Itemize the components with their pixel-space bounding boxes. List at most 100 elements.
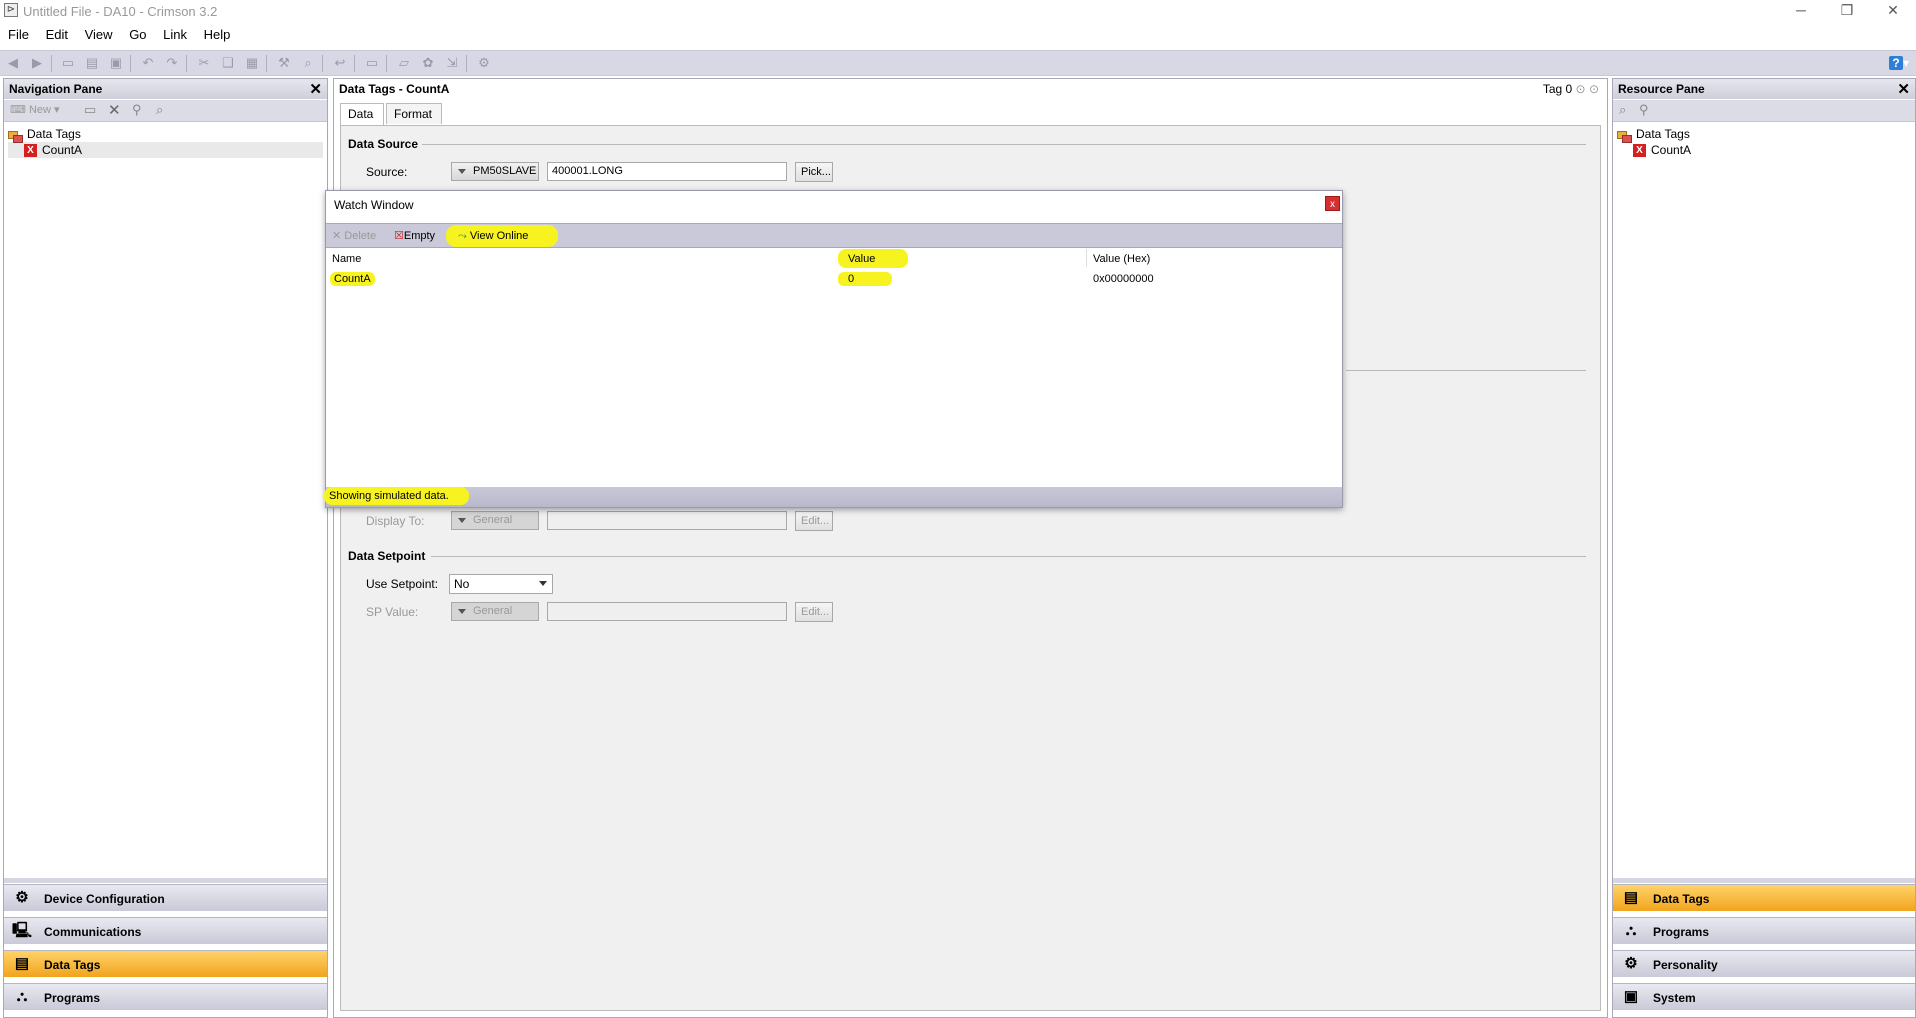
data-tags-icon: ▤ (14, 955, 30, 972)
copy-icon[interactable]: ❏ (220, 55, 236, 71)
navigation-pane-title: Navigation Pane (9, 82, 103, 96)
restore-button[interactable]: ❐ (1824, 0, 1870, 22)
resource-section-system[interactable]: ▣ System (1613, 983, 1915, 1010)
section-data-tags[interactable]: ▤ Data Tags (4, 950, 327, 977)
new-button[interactable]: ⌨ New ▾ (10, 103, 60, 116)
source-value-field[interactable]: 400001.LONG (547, 162, 787, 181)
navigation-pane-toolbar: ⌨ New ▾ ▭ ✕ ⚲ ⌕ (4, 100, 327, 122)
watch-window-titlebar: Watch Window x (326, 191, 1342, 217)
close-icon[interactable]: ✕ (1897, 80, 1910, 98)
navigation-tree: Data Tags X CountA (8, 126, 323, 158)
menu-view[interactable]: View (80, 24, 118, 42)
export-icon[interactable]: ⇲ (444, 55, 460, 71)
tab-data[interactable]: Data (340, 103, 384, 125)
help-icon[interactable]: ? ▾ (1888, 54, 1910, 72)
gears-icon[interactable]: ✿ (420, 55, 436, 71)
watch-window: Watch Window x ✕ Delete ☒Empty ⤳ View On… (324, 190, 1343, 508)
resource-tree: Data Tags X CountA (1617, 126, 1912, 158)
splitter-grip[interactable] (4, 878, 327, 883)
source-label: Source: (366, 165, 408, 179)
new-file-icon[interactable]: ▭ (60, 55, 76, 71)
dropdown-arrow-icon (458, 517, 466, 523)
watch-empty-button[interactable]: ☒Empty (391, 228, 438, 244)
programs-icon: ⛬ (1625, 922, 1637, 939)
tree-item-data-tags[interactable]: Data Tags (1617, 126, 1912, 143)
forward-icon[interactable]: ▶ (29, 55, 45, 71)
menu-link[interactable]: Link (158, 24, 192, 42)
page-icon[interactable]: ▱ (396, 55, 412, 71)
undo-icon[interactable]: ↶ (140, 55, 156, 71)
tab-format[interactable]: Format (386, 103, 442, 124)
tools-icon[interactable]: ⚒ (276, 55, 292, 71)
wrench-icon[interactable]: ⚙ (476, 55, 492, 71)
filter-icon[interactable]: ⚲ (1639, 102, 1649, 118)
resource-section-programs[interactable]: ⛬ Programs (1613, 917, 1915, 944)
sp-value-field[interactable] (547, 602, 787, 621)
dropdown-arrow-icon (458, 168, 466, 174)
search-icon[interactable]: ⌕ (1619, 102, 1626, 118)
menu-file[interactable]: File (3, 24, 34, 42)
title-bar: ⊳ Untitled File - DA10 - Crimson 3.2 ─ ❐… (0, 0, 1916, 22)
splitter-grip[interactable] (1613, 878, 1915, 883)
section-divider (1346, 370, 1586, 371)
tree-item-data-tags[interactable]: Data Tags (8, 126, 323, 143)
resource-section-personality[interactable]: ⚙ Personality (1613, 950, 1915, 977)
tree-item-counta[interactable]: X CountA (8, 142, 323, 158)
gear-icon: ⚙ (15, 889, 29, 906)
watch-row-hex: 0x00000000 (1093, 273, 1154, 285)
column-header-name: Name (332, 253, 362, 265)
resource-pane: Resource Pane ✕ ⌕ ⚲ Data Tags X CountA ▤ D… (1612, 78, 1916, 1018)
menu-help[interactable]: Help (199, 24, 236, 42)
watch-row-value[interactable]: 0 (838, 272, 893, 286)
data-tags-icon (1617, 129, 1632, 143)
tree-icon[interactable]: ⚲ (132, 102, 142, 118)
navigation-pane: Navigation Pane ✕ ⌨ New ▾ ▭ ✕ ⚲ ⌕ Data T… (3, 78, 328, 1018)
resource-section-data-tags[interactable]: ▤ Data Tags (1613, 884, 1915, 911)
delete-icon[interactable]: ✕ (108, 101, 121, 119)
search-icon[interactable]: ⌕ (156, 102, 163, 118)
pick-button[interactable]: Pick... (795, 162, 833, 182)
main-toolbar: ◀ ▶ ▭ ▤ ▣ ↶ ↷ ✂ ❏ ▦ ⚒ ⌕ ↩ ▭ ▱ ✿ ⇲ ⚙ ? ▾ (0, 50, 1916, 76)
sp-value-label: SP Value: (366, 605, 419, 619)
next-tag-icon[interactable]: ⊙ (1589, 82, 1599, 96)
use-setpoint-label: Use Setpoint: (366, 577, 439, 591)
display-to-field[interactable] (547, 511, 787, 530)
sp-type-dropdown[interactable]: General (451, 602, 539, 621)
tree-item-counta[interactable]: X CountA (1617, 142, 1912, 158)
save-icon[interactable]: ▣ (108, 55, 124, 71)
watch-row-name[interactable]: CountA (330, 272, 375, 286)
gear-icon: ⚙ (1624, 955, 1638, 972)
sp-edit-button[interactable]: Edit... (795, 602, 833, 622)
section-programs[interactable]: ⛬ Programs (4, 983, 327, 1010)
minimize-button[interactable]: ─ (1778, 0, 1824, 22)
open-file-icon[interactable]: ▤ (84, 55, 100, 71)
resource-pane-title: Resource Pane (1618, 82, 1705, 96)
data-setpoint-heading: Data Setpoint (348, 549, 426, 563)
watch-delete-button[interactable]: ✕ Delete (329, 228, 379, 244)
prev-tag-icon[interactable]: ⊙ (1576, 82, 1586, 96)
watch-close-button[interactable]: x (1325, 196, 1340, 211)
back-icon[interactable]: ◀ (5, 55, 21, 71)
redo-icon[interactable]: ↷ (164, 55, 180, 71)
section-device-configuration[interactable]: ⚙ Device Configuration (4, 884, 327, 911)
chevron-down-icon (539, 581, 547, 586)
use-setpoint-select[interactable]: No (449, 574, 553, 594)
paste-icon[interactable]: ▦ (244, 55, 260, 71)
cut-icon[interactable]: ✂ (196, 55, 212, 71)
close-icon[interactable]: ✕ (309, 80, 322, 98)
section-communications[interactable]: 🖳 Communications (4, 917, 327, 944)
add-folder-icon[interactable]: ▭ (84, 102, 96, 118)
find-icon[interactable]: ⌕ (300, 55, 316, 71)
link-icon[interactable]: ↩ (332, 55, 348, 71)
delete-icon: ✕ (332, 230, 342, 242)
menu-edit[interactable]: Edit (41, 24, 73, 42)
close-window-button[interactable]: ✕ (1870, 0, 1916, 22)
view-online-button[interactable]: ⤳ View Online (446, 225, 559, 247)
watch-window-title: Watch Window (334, 198, 414, 212)
display-to-dropdown[interactable]: General (451, 511, 539, 530)
menu-go[interactable]: Go (124, 24, 151, 42)
screen-icon[interactable]: ▭ (364, 55, 380, 71)
source-type-dropdown[interactable]: PM50SLAVE (451, 162, 539, 181)
display-edit-button[interactable]: Edit... (795, 511, 833, 531)
watch-toolbar: ✕ Delete ☒Empty ⤳ View Online (326, 223, 1342, 248)
